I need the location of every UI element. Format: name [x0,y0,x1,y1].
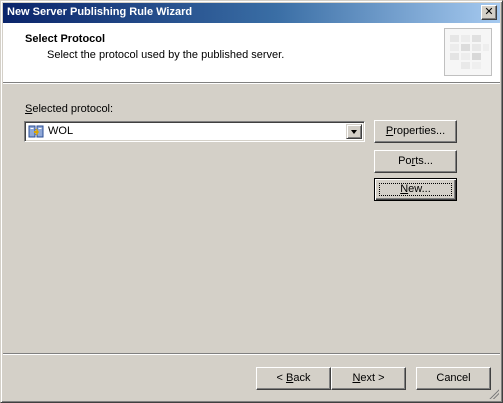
wizard-window: New Server Publishing Rule Wizard ✕ Sele… [0,0,503,403]
selected-protocol-label: Selected protocol: [25,103,113,115]
page-subtitle: Select the protocol used by the publishe… [47,49,285,61]
protocol-combobox[interactable]: WOL [24,121,365,142]
button-accelerator: N [400,183,409,195]
button-label: roperties... [393,125,446,137]
protocol-icon [28,125,44,138]
back-button[interactable]: < Back [256,367,331,390]
ports-button[interactable]: Ports... [374,150,457,173]
button-label: Cancel [436,372,471,384]
next-button[interactable]: Next > [331,367,406,390]
label-text: elected protocol: [32,103,114,115]
close-button[interactable]: ✕ [481,5,497,20]
button-label: ack [293,372,311,384]
button-label-pre: Po [398,155,412,167]
title-bar[interactable]: New Server Publishing Rule Wizard ✕ [3,3,500,23]
resize-grip-icon[interactable] [487,387,499,399]
new-button[interactable]: New... [374,178,457,201]
header-divider-highlight [3,83,500,84]
footer-divider-highlight [3,354,500,355]
protocol-value: WOL [48,125,74,137]
button-label-pre: < [276,372,286,384]
chevron-down-icon[interactable] [346,124,362,139]
wizard-header: Select Protocol Select the protocol used… [3,23,500,82]
button-label: ew... [408,183,431,195]
cancel-button[interactable]: Cancel [416,367,491,390]
button-label: ext > [360,372,385,384]
page-title: Select Protocol [25,33,106,45]
window-title: New Server Publishing Rule Wizard [7,6,193,18]
close-icon: ✕ [484,5,494,18]
header-graphic-svg [445,29,491,75]
button-label: ts... [415,155,433,167]
properties-button[interactable]: Properties... [374,120,457,143]
wizard-header-graphic-icon [444,28,492,76]
